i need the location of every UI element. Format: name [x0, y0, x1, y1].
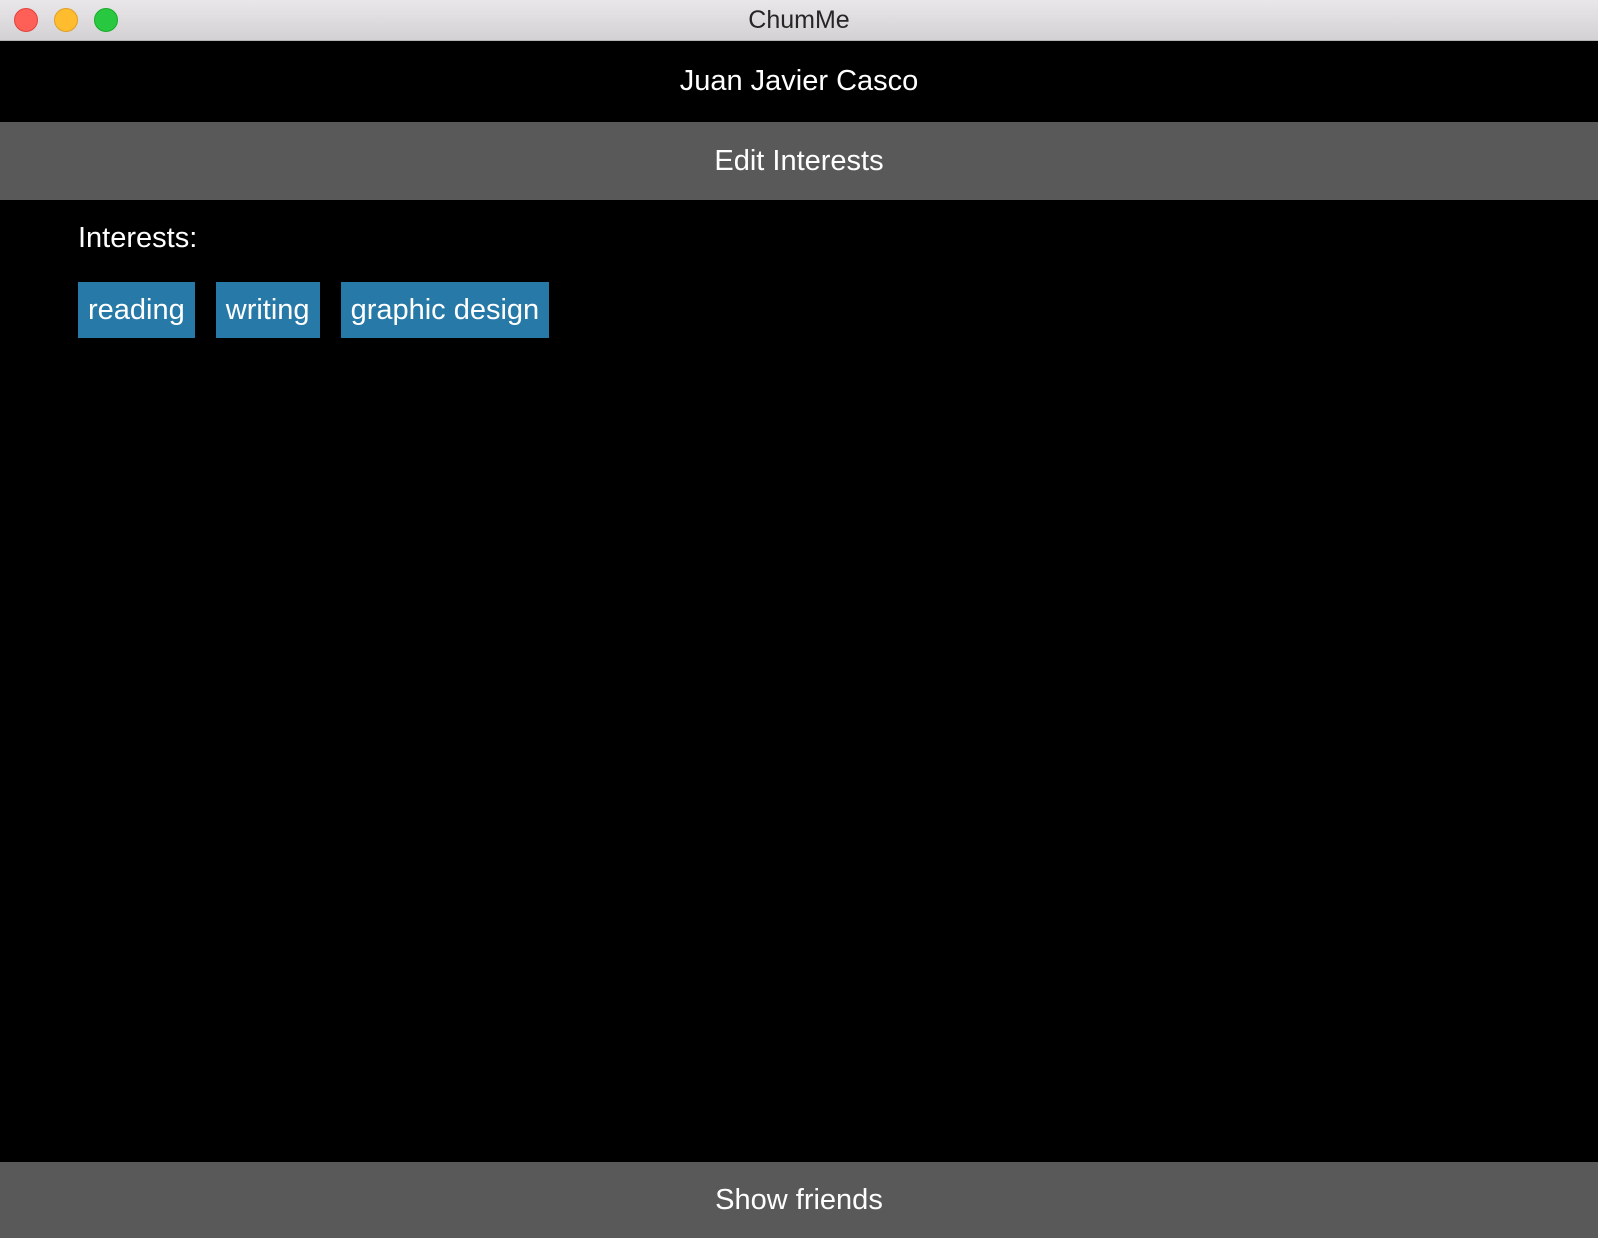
show-friends-button[interactable]: Show friends: [0, 1162, 1598, 1238]
profile-name: Juan Javier Casco: [0, 41, 1598, 122]
title-bar[interactable]: ChumMe: [0, 0, 1598, 41]
interest-chip[interactable]: writing: [215, 282, 320, 338]
window-title: ChumMe: [748, 6, 850, 34]
interest-chip[interactable]: graphic design: [340, 282, 550, 338]
interests-label: Interests:: [78, 222, 198, 254]
interest-chip-list: reading writing graphic design: [78, 282, 550, 338]
app-window: ChumMe Juan Javier Casco Edit Interests …: [0, 0, 1598, 1238]
edit-interests-button[interactable]: Edit Interests: [0, 122, 1598, 200]
interest-chip[interactable]: reading: [78, 282, 195, 338]
